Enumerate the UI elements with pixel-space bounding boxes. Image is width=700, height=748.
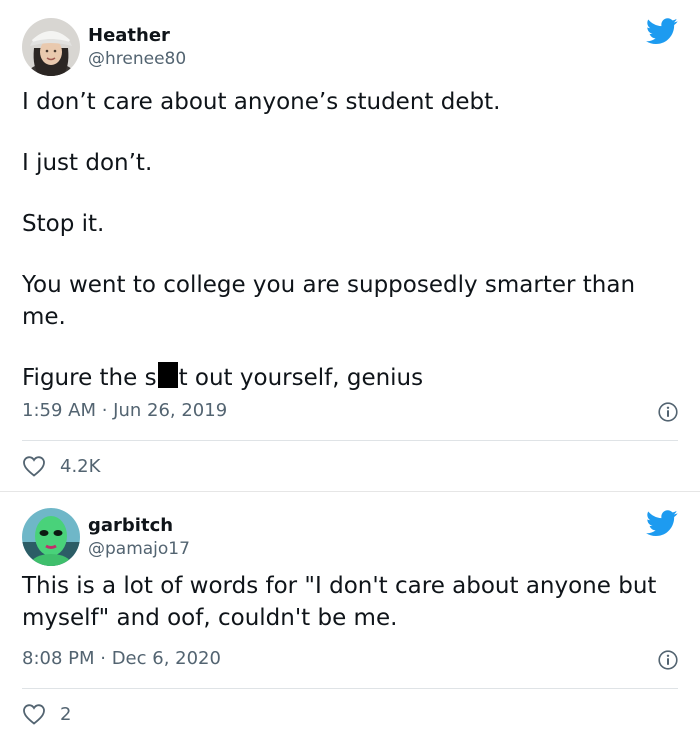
tweet-line: Stop it. [22, 211, 105, 237]
handle[interactable]: @hrenee80 [88, 48, 186, 70]
author-names: Heather @hrenee80 [88, 24, 186, 70]
tweet-header: garbitch @pamajo17 [22, 508, 190, 566]
tweet-header: Heather @hrenee80 [22, 18, 186, 76]
timestamp[interactable]: 8:08 PM · Dec 6, 2020 [22, 648, 221, 669]
tweet-card-2: garbitch @pamajo17 This is a lot of word… [0, 492, 700, 748]
display-name[interactable]: garbitch [88, 514, 190, 538]
tweet-line-part: Figure the s [22, 365, 157, 391]
display-name[interactable]: Heather [88, 24, 186, 48]
like-count: 2 [60, 703, 72, 725]
handle[interactable]: @pamajo17 [88, 538, 190, 560]
info-icon[interactable] [658, 402, 678, 422]
avatar[interactable] [22, 508, 80, 566]
like-count: 4.2K [60, 455, 101, 477]
info-icon[interactable] [658, 650, 678, 670]
tweet-text: I don’t care about anyone’s student debt… [22, 86, 676, 394]
tweet-line: Figure the s t out yourself, genius [22, 362, 676, 394]
like-action[interactable]: 4.2K [22, 455, 100, 477]
tweet-line: This is a lot of words for "I don't care… [22, 573, 657, 631]
like-action[interactable]: 2 [22, 703, 71, 725]
divider [22, 440, 678, 441]
redaction-block [157, 362, 178, 388]
twitter-bird-icon[interactable] [646, 18, 678, 45]
tweet-line: You went to college you are supposedly s… [22, 272, 636, 330]
heart-icon[interactable] [22, 703, 46, 725]
divider [22, 688, 678, 689]
tweet-text: This is a lot of words for "I don't care… [22, 570, 676, 634]
tweet-line: I don’t care about anyone’s student debt… [22, 89, 501, 115]
author-names: garbitch @pamajo17 [88, 514, 190, 560]
heart-icon[interactable] [22, 455, 46, 477]
tweet-line: I just don’t. [22, 150, 153, 176]
timestamp[interactable]: 1:59 AM · Jun 26, 2019 [22, 400, 227, 421]
avatar[interactable] [22, 18, 80, 76]
twitter-bird-icon[interactable] [646, 510, 678, 537]
tweet-line-part: t out yourself, genius [178, 365, 424, 391]
tweet-card-1: Heather @hrenee80 I don’t care about any… [0, 0, 700, 492]
